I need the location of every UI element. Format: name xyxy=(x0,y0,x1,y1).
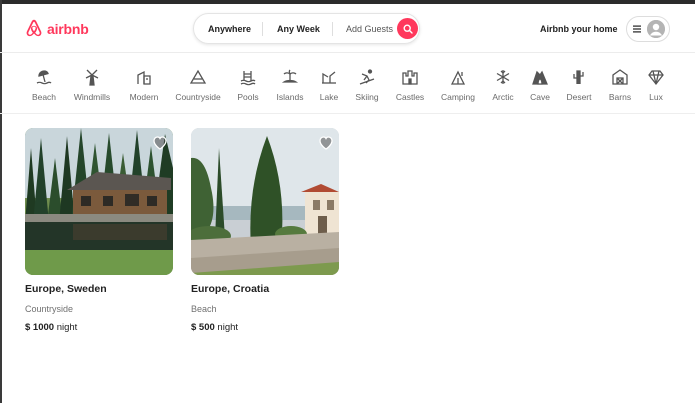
castle-icon xyxy=(402,70,418,85)
category-windmills[interactable]: Windmills xyxy=(62,68,122,102)
price-amount: $ 500 xyxy=(191,322,215,333)
category-label: Lux xyxy=(649,92,663,102)
beach-icon xyxy=(36,70,52,85)
avatar xyxy=(647,20,665,38)
diamond-icon xyxy=(648,70,664,86)
pool-icon xyxy=(240,71,256,86)
search-any-week[interactable]: Any Week xyxy=(277,24,320,34)
listing-photo[interactable] xyxy=(191,128,339,275)
cactus-icon xyxy=(573,70,584,84)
search-button[interactable] xyxy=(397,18,418,39)
countryside-icon xyxy=(189,69,207,84)
listing-price: $ 1000 night xyxy=(25,322,77,333)
category-lux[interactable]: Lux xyxy=(626,68,686,102)
listing-card[interactable]: Europe, Croatia Beach $ 500 night xyxy=(191,128,339,333)
listing-category: Beach xyxy=(191,304,217,314)
listing-title: Europe, Croatia xyxy=(191,283,270,295)
island-icon xyxy=(281,69,299,83)
listing-title: Europe, Sweden xyxy=(25,283,107,295)
category-label: Windmills xyxy=(73,92,111,102)
menu-icon xyxy=(633,25,641,33)
category-modern[interactable]: Modern xyxy=(114,68,174,102)
heart-icon[interactable] xyxy=(318,135,334,150)
windmill-icon xyxy=(85,69,99,86)
camping-icon xyxy=(450,70,466,85)
listing-photo[interactable] xyxy=(25,128,173,275)
skiing-icon xyxy=(359,69,375,85)
listing-category: Countryside xyxy=(25,304,74,314)
user-menu-button[interactable] xyxy=(626,16,670,42)
airbnb-logo-icon xyxy=(26,19,42,37)
host-link[interactable]: Airbnb your home xyxy=(540,24,618,34)
search-divider xyxy=(262,22,263,36)
search-bar[interactable]: Anywhere Any Week Add Guests xyxy=(193,13,420,44)
search-add-guests[interactable]: Add Guests xyxy=(346,24,393,34)
search-divider xyxy=(332,22,333,36)
listing-price: $ 500 night xyxy=(191,322,238,333)
listing-image-sweden xyxy=(25,128,173,275)
airbnb-logo[interactable]: airbnb xyxy=(24,18,89,39)
listing-image-croatia xyxy=(191,128,339,275)
listing-card[interactable]: Europe, Sweden Countryside $ 1000 night xyxy=(25,128,173,333)
header: airbnb Anywhere Any Week Add Guests Airb… xyxy=(0,4,695,53)
modern-icon xyxy=(137,70,151,85)
price-unit: night xyxy=(217,322,239,333)
search-anywhere[interactable]: Anywhere xyxy=(208,24,251,34)
brand-name: airbnb xyxy=(47,20,89,37)
category-bar: Beach Windmills Modern Countryside Pools xyxy=(0,54,695,114)
lake-icon xyxy=(322,71,336,84)
search-icon xyxy=(402,23,413,34)
category-label: Modern xyxy=(129,92,159,102)
user-icon xyxy=(647,20,665,38)
price-unit: night xyxy=(56,322,78,333)
heart-icon[interactable] xyxy=(152,135,168,150)
price-amount: $ 1000 xyxy=(25,322,55,333)
cave-icon xyxy=(532,70,548,85)
